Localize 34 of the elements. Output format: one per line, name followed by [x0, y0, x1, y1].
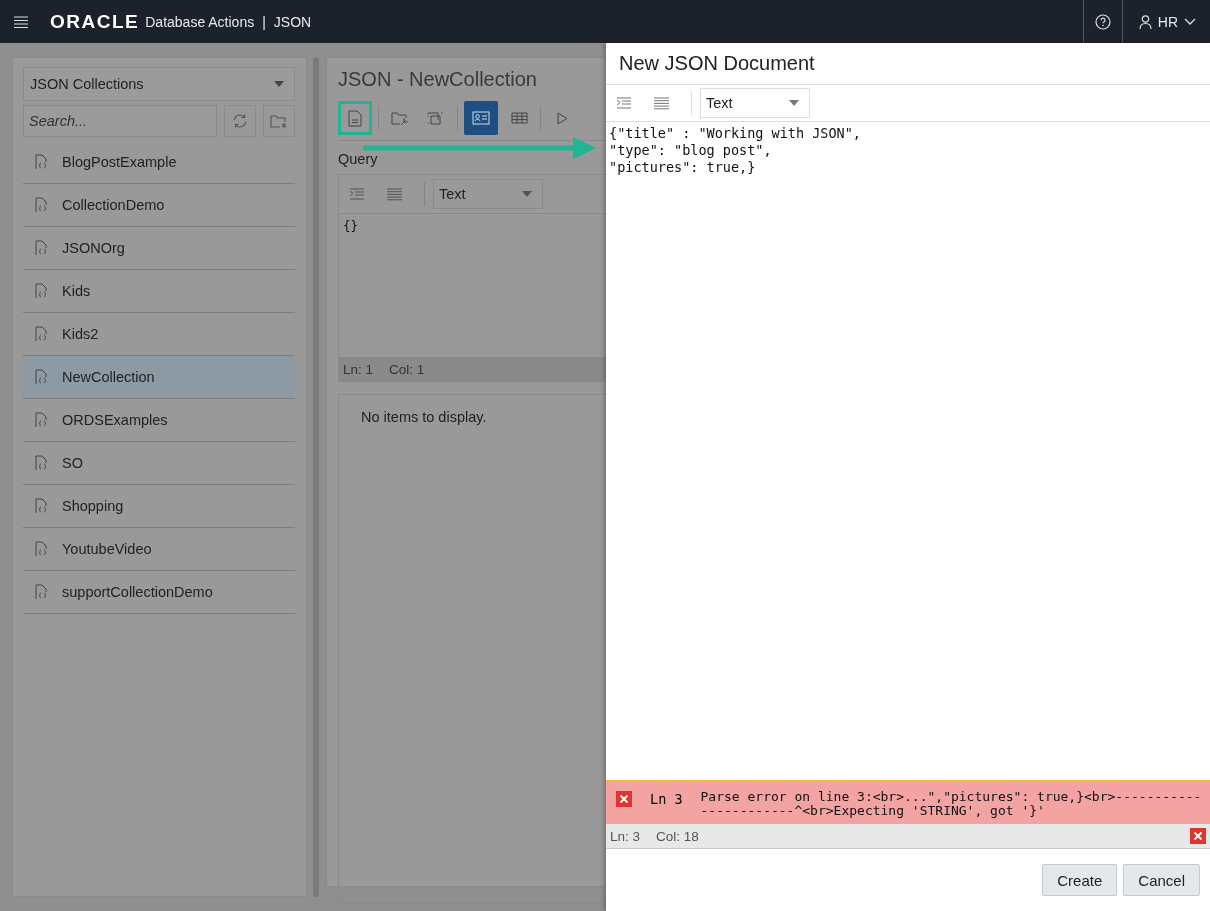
collection-item[interactable]: CollectionDemo	[23, 184, 295, 227]
separator-text: |	[262, 13, 266, 30]
search-field[interactable]: Search...	[23, 105, 217, 137]
collection-item[interactable]: JSONOrg	[23, 227, 295, 270]
code-text: {}	[342, 217, 360, 235]
dialog-title: New JSON Document	[606, 43, 1210, 85]
column-number-text: Col: 1	[389, 361, 425, 377]
product-name: Database Actions	[145, 13, 255, 30]
collection-item[interactable]: Kids	[23, 270, 295, 313]
collection-item[interactable]: SO	[23, 442, 295, 485]
panel-title: JSON - NewCollection	[338, 68, 538, 92]
collection-item[interactable]: NewCollection	[23, 356, 295, 399]
line-number-text: Ln: 3	[610, 828, 641, 844]
collection-item[interactable]: ORDSExamples	[23, 399, 295, 442]
collection-item[interactable]: YoutubeVideo	[23, 528, 295, 571]
user-menu[interactable]: HR	[1122, 13, 1210, 30]
line-number-text: Ln: 1	[343, 361, 374, 377]
error-line-text: Ln 3	[650, 791, 683, 807]
error-message: Parse error on line 3:<br>...","pictures": true,}<br>-----------------------^<br>Expecting 'STRING', got '}'	[700, 790, 1202, 818]
code-line: {"title" : "Working with JSON",	[609, 125, 862, 142]
section-name: JSON	[273, 13, 312, 30]
collection-item[interactable]: Shopping	[23, 485, 295, 528]
empty-message: No items to display.	[361, 409, 487, 425]
collection-dropdown[interactable]: JSON Collections	[23, 67, 295, 101]
logo: ORACLE	[50, 10, 140, 33]
column-number-text: Col: 18	[656, 828, 699, 844]
cancel-button[interactable]: Cancel	[1123, 864, 1200, 896]
code-line: "pictures": true,}	[609, 159, 757, 176]
format-select[interactable]: Text	[700, 88, 810, 118]
collection-item[interactable]: BlogPostExample	[23, 141, 295, 184]
format-select[interactable]: Text	[433, 179, 543, 209]
create-button[interactable]: Create	[1042, 864, 1118, 896]
code-line: "type": "blog post",	[609, 142, 773, 159]
collection-item[interactable]: supportCollectionDemo	[23, 571, 295, 614]
